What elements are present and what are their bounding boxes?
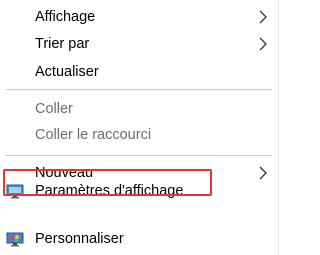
menu-item-actualiser[interactable]: Actualiser	[0, 57, 278, 87]
menu-separator	[6, 155, 272, 156]
menu-item-trier-par[interactable]: Trier par	[0, 29, 278, 59]
personalize-icon	[6, 232, 24, 247]
menu-item-parametres-affichage[interactable]: Paramètres d'affichage	[0, 176, 278, 206]
menu-separator	[6, 89, 272, 90]
menu-item-personnaliser[interactable]: Personnaliser	[0, 224, 278, 254]
chevron-right-icon	[259, 37, 267, 51]
menu-item-label: Trier par	[35, 36, 90, 52]
display-settings-icon	[6, 184, 24, 199]
menu-item-affichage[interactable]: Affichage	[0, 2, 278, 32]
menu-item-label: Affichage	[35, 9, 96, 25]
desktop-context-menu: Affichage Trier par Actualiser Coller Co…	[0, 0, 279, 255]
menu-item-label: Paramètres d'affichage	[35, 183, 184, 199]
menu-item-label: Personnaliser	[35, 231, 124, 247]
menu-item-coller-le-raccourci[interactable]: Coller le raccourci	[0, 120, 278, 150]
menu-item-label: Coller le raccourci	[35, 127, 152, 143]
menu-item-label: Actualiser	[35, 64, 99, 80]
menu-item-label: Coller	[35, 101, 73, 117]
chevron-right-icon	[259, 10, 267, 24]
